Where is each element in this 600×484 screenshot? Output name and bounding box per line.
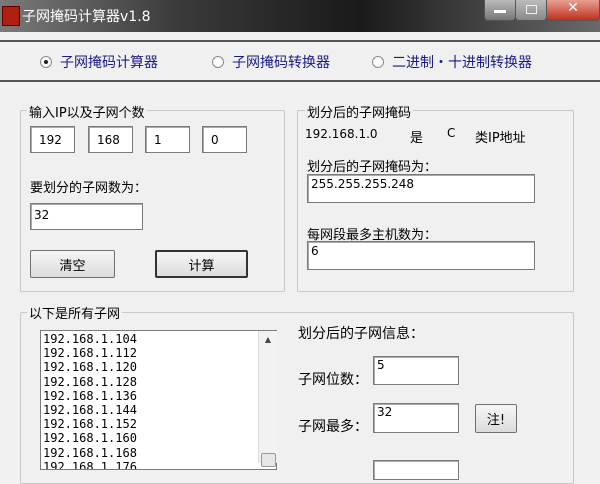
radio-icon: [40, 56, 52, 68]
scroll-thumb[interactable]: [261, 453, 276, 467]
maximize-icon: [525, 5, 537, 14]
app-icon: [2, 6, 20, 26]
scroll-up-icon[interactable]: ▲: [259, 335, 277, 344]
maximize-button[interactable]: [515, 0, 547, 21]
clear-button[interactable]: 清空: [30, 250, 115, 278]
list-item[interactable]: 192.168.1.120: [43, 360, 274, 374]
subnet-list[interactable]: 192.168.1.104 192.168.1.112 192.168.1.12…: [40, 330, 277, 470]
ip-octet-4[interactable]: 0: [202, 126, 247, 153]
subnet-count-input[interactable]: 32: [30, 203, 143, 230]
minimize-button[interactable]: [484, 0, 516, 21]
subnet-mask-output[interactable]: 255.255.255.248: [307, 174, 535, 203]
extra-output[interactable]: [373, 460, 459, 480]
network-ip: 192.168.1.0: [305, 127, 378, 141]
radio-binary-decimal-converter[interactable]: 二进制・十进制转换器: [372, 52, 532, 72]
mask-label: 划分后的子网掩码为：: [307, 160, 438, 175]
list-item[interactable]: 192.168.1.168: [43, 446, 274, 460]
ip-class-suffix: 类IP地址: [475, 131, 526, 146]
note-button[interactable]: 注!: [475, 404, 517, 433]
divider: [0, 40, 600, 42]
list-scrollbar[interactable]: ▲: [258, 331, 277, 467]
is-label: 是: [410, 131, 424, 146]
subnet-info-title: 划分后的子网信息：: [298, 326, 424, 342]
window-title: 子网掩码计算器v1.8: [22, 9, 151, 25]
list-item[interactable]: 192.168.1.152: [43, 417, 274, 431]
radio-label: 子网掩码计算器: [60, 55, 158, 71]
list-item[interactable]: 192.168.1.136: [43, 389, 274, 403]
ip-octet-2[interactable]: 168: [88, 126, 133, 153]
list-item[interactable]: 192.168.1.176: [43, 460, 274, 469]
subnet-bits-label: 子网位数：: [298, 372, 368, 388]
subnet-count-label: 要划分的子网数为：: [30, 181, 148, 196]
hosts-output[interactable]: 6: [307, 241, 535, 270]
subnet-bits-output[interactable]: 5: [373, 356, 459, 385]
list-item[interactable]: 192.168.1.104: [43, 332, 274, 346]
calculate-button[interactable]: 计算: [155, 250, 248, 278]
subnet-max-output[interactable]: 32: [373, 403, 459, 433]
list-item[interactable]: 192.168.1.128: [43, 375, 274, 389]
radio-subnet-calculator[interactable]: 子网掩码计算器: [40, 52, 158, 72]
input-group-title: 输入IP以及子网个数: [27, 102, 147, 121]
subnets-group-title: 以下是所有子网: [27, 303, 123, 322]
ip-octet-1[interactable]: 192: [30, 126, 75, 153]
radio-icon: [372, 56, 384, 68]
radio-mask-converter[interactable]: 子网掩码转换器: [212, 52, 330, 72]
result-group-title: 划分后的子网掩码: [305, 102, 414, 121]
minimize-icon: [494, 10, 506, 13]
ip-octet-3[interactable]: 1: [145, 126, 190, 153]
close-icon: ✕: [567, 0, 579, 16]
list-item[interactable]: 192.168.1.112: [43, 346, 274, 360]
divider: [0, 80, 600, 82]
radio-label: 子网掩码转换器: [232, 55, 330, 71]
list-item[interactable]: 192.168.1.160: [43, 431, 274, 445]
radio-icon: [212, 56, 224, 68]
radio-label: 二进制・十进制转换器: [392, 55, 532, 71]
ip-class: C: [447, 126, 456, 140]
list-item[interactable]: 192.168.1.144: [43, 403, 274, 417]
close-button[interactable]: ✕: [546, 0, 600, 21]
subnet-max-label: 子网最多：: [298, 419, 368, 435]
